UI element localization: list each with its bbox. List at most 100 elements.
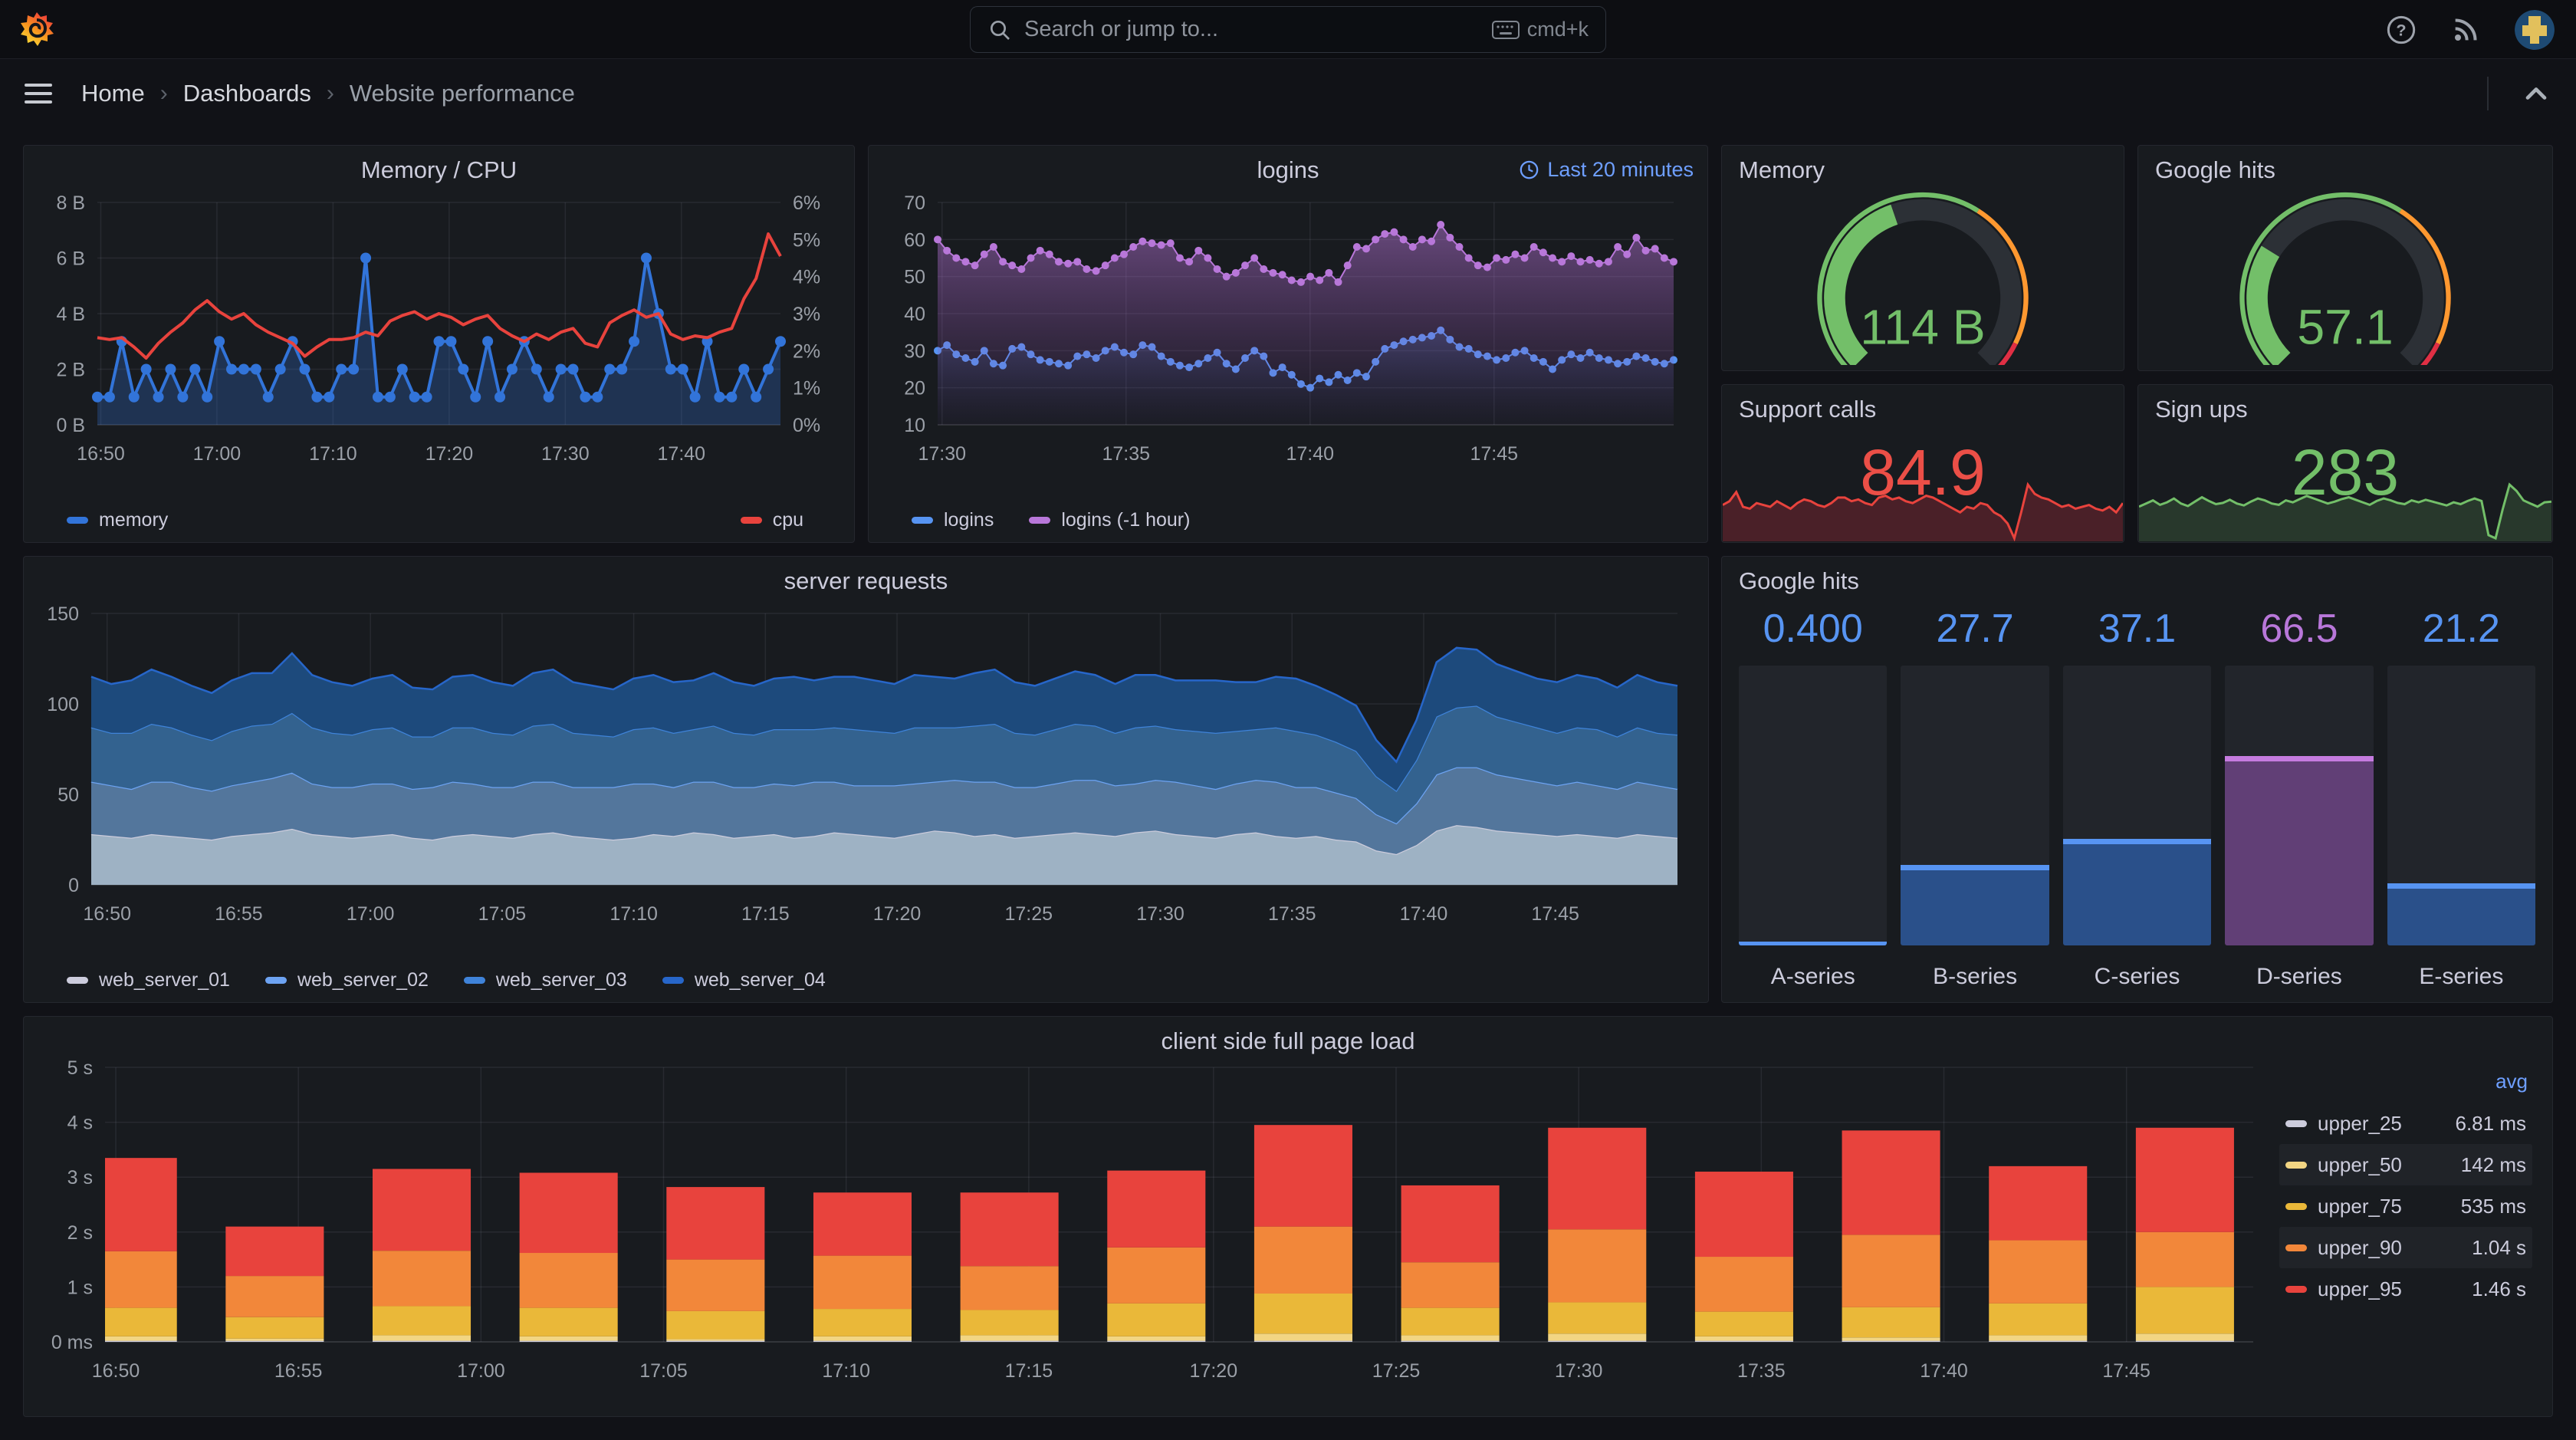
legend-series-name: upper_90 <box>2318 1235 2402 1259</box>
breadcrumb-bar: Home › Dashboards › Website performance <box>0 60 2576 127</box>
chart-legend: memory cpu <box>67 509 803 531</box>
panel-memory-gauge: Memory 114 B <box>1721 145 2124 371</box>
svg-text:4 s: 4 s <box>67 1113 93 1134</box>
panel-title[interactable]: Google hits <box>1739 567 1859 595</box>
svg-text:17:15: 17:15 <box>741 903 790 925</box>
legend-item[interactable]: logins <box>912 509 994 531</box>
bar-gauge-track <box>1739 666 1888 945</box>
svg-text:0: 0 <box>68 875 79 896</box>
legend-row[interactable]: upper_90 1.04 s <box>2279 1227 2532 1268</box>
legend-swatch-icon <box>2285 1202 2307 1210</box>
svg-text:3%: 3% <box>793 304 820 325</box>
legend-series-name: upper_50 <box>2318 1152 2402 1176</box>
bar-gauge-item[interactable]: 37.1 C-series <box>2062 606 2212 990</box>
client-load-chart[interactable]: 16:50 16:55 17:00 17:05 17:10 17:15 17:20 17:25… <box>24 1055 2552 1408</box>
logins-chart[interactable]: 17:30 17:35 17:40 17:45 10 20 30 40 50 60 70 <box>869 190 1707 491</box>
legend-item[interactable]: logins (-1 hour) <box>1029 509 1190 531</box>
legend-header: avg <box>2496 1070 2528 1093</box>
legend-label: web_server_01 <box>99 969 230 991</box>
help-icon[interactable]: ? <box>2386 15 2417 45</box>
search-input[interactable]: Search or jump to... cmd+k <box>970 6 1606 53</box>
svg-text:17:45: 17:45 <box>1531 903 1579 925</box>
legend-series-name: upper_25 <box>2318 1111 2402 1135</box>
legend-item[interactable]: web_server_03 <box>463 969 627 991</box>
rss-icon[interactable] <box>2450 15 2481 45</box>
legend-item[interactable]: web_server_01 <box>67 969 230 991</box>
bar-gauge-label: C-series <box>2094 964 2180 989</box>
legend-row[interactable]: upper_25 6.81 ms <box>2279 1103 2532 1144</box>
top-nav-bar: Search or jump to... cmd+k ? <box>0 0 2576 59</box>
svg-text:17:05: 17:05 <box>639 1360 688 1382</box>
bar-gauge-value: 27.7 <box>1936 607 2014 651</box>
legend-swatch-icon <box>67 977 88 984</box>
breadcrumb: Home › Dashboards › Website performance <box>81 80 575 107</box>
panel-google-hits-gauge: Google hits 57.1 <box>2137 145 2553 371</box>
legend-label: web_server_03 <box>495 969 627 991</box>
panel-title[interactable]: server requests <box>24 567 1708 595</box>
svg-text:70: 70 <box>904 192 925 214</box>
svg-text:17:05: 17:05 <box>478 903 527 925</box>
svg-text:17:40: 17:40 <box>1286 443 1334 465</box>
legend-swatch-icon <box>2285 1161 2307 1169</box>
chevron-right-icon: › <box>159 80 168 106</box>
svg-text:17:35: 17:35 <box>1268 903 1316 925</box>
bar-gauge-item[interactable]: 27.7 B-series <box>1901 606 2049 990</box>
bar-gauge-value: 0.400 <box>1763 607 1863 651</box>
google-hits-bargauge: 0.400 A-series 27.7 B-series 37.1 C-series 66.… <box>1739 606 2536 990</box>
legend-row[interactable]: upper_95 1.46 s <box>2279 1268 2532 1310</box>
svg-text:17:10: 17:10 <box>309 443 357 465</box>
svg-text:57.1: 57.1 <box>2297 299 2393 354</box>
grafana-logo[interactable] <box>18 11 55 48</box>
legend-row[interactable]: upper_75 535 ms <box>2279 1185 2532 1227</box>
legend-item[interactable]: web_server_02 <box>264 969 429 991</box>
panel-title[interactable]: Memory <box>1739 156 1825 184</box>
svg-text:0 B: 0 B <box>56 415 85 436</box>
bar-gauge-item[interactable]: 21.2 E-series <box>2387 606 2536 990</box>
svg-text:8 B: 8 B <box>56 192 85 214</box>
bar-gauge-value: 37.1 <box>2098 607 2177 651</box>
svg-text:50: 50 <box>904 267 925 288</box>
legend-swatch-icon <box>2285 1119 2307 1127</box>
legend-swatch-icon <box>740 517 762 524</box>
svg-text:17:35: 17:35 <box>1102 443 1150 465</box>
chevron-up-icon[interactable] <box>2519 77 2553 110</box>
legend-item[interactable]: memory <box>67 509 168 531</box>
svg-text:60: 60 <box>904 229 925 251</box>
svg-text:17:30: 17:30 <box>918 443 966 465</box>
svg-text:17:40: 17:40 <box>658 443 706 465</box>
svg-text:1 s: 1 s <box>67 1277 93 1298</box>
svg-text:0%: 0% <box>793 415 820 436</box>
time-range-link[interactable]: Last 20 minutes <box>1519 158 1694 182</box>
legend-item[interactable]: web_server_04 <box>662 969 826 991</box>
legend-swatch-icon <box>463 977 485 984</box>
legend-avg-value: 1.04 s <box>2472 1235 2526 1259</box>
user-avatar[interactable] <box>2515 9 2555 50</box>
legend-row[interactable]: upper_50 142 ms <box>2279 1144 2532 1185</box>
panel-sign-ups: Sign ups 283 <box>2137 384 2553 543</box>
sign-ups-stat: 283 <box>2138 385 2552 542</box>
legend-item[interactable]: cpu <box>740 509 803 531</box>
breadcrumb-dashboards[interactable]: Dashboards <box>183 80 311 107</box>
bar-gauge-item[interactable]: 66.5 D-series <box>2225 606 2374 990</box>
svg-text:?: ? <box>2396 20 2406 39</box>
sparkline <box>1722 482 2124 542</box>
panel-title[interactable]: Google hits <box>2155 156 2275 184</box>
svg-text:17:10: 17:10 <box>610 903 658 925</box>
legend-swatch-icon <box>2285 1285 2307 1293</box>
menu-icon[interactable] <box>25 83 52 104</box>
bar-gauge-item[interactable]: 0.400 A-series <box>1739 606 1888 990</box>
svg-text:16:50: 16:50 <box>83 903 131 925</box>
legend-swatch-icon <box>1029 517 1051 524</box>
svg-text:20: 20 <box>904 378 925 399</box>
svg-text:16:55: 16:55 <box>215 903 263 925</box>
svg-text:17:35: 17:35 <box>1737 1360 1786 1382</box>
svg-text:17:20: 17:20 <box>873 903 922 925</box>
breadcrumb-home[interactable]: Home <box>81 80 145 107</box>
bar-gauge-track <box>1901 666 2049 945</box>
server-requests-chart[interactable]: 16:50 16:55 17:00 17:05 17:10 17:15 17:20 17:25… <box>24 601 1708 951</box>
panel-title[interactable]: client side full page load <box>24 1027 2552 1055</box>
memory-cpu-chart[interactable]: 16:50 17:00 17:10 17:20 17:30 17:40 0 B 2 B 4 B 6… <box>24 190 854 491</box>
svg-text:6%: 6% <box>793 192 820 214</box>
svg-text:4%: 4% <box>793 267 820 288</box>
panel-title[interactable]: Memory / CPU <box>24 156 854 184</box>
